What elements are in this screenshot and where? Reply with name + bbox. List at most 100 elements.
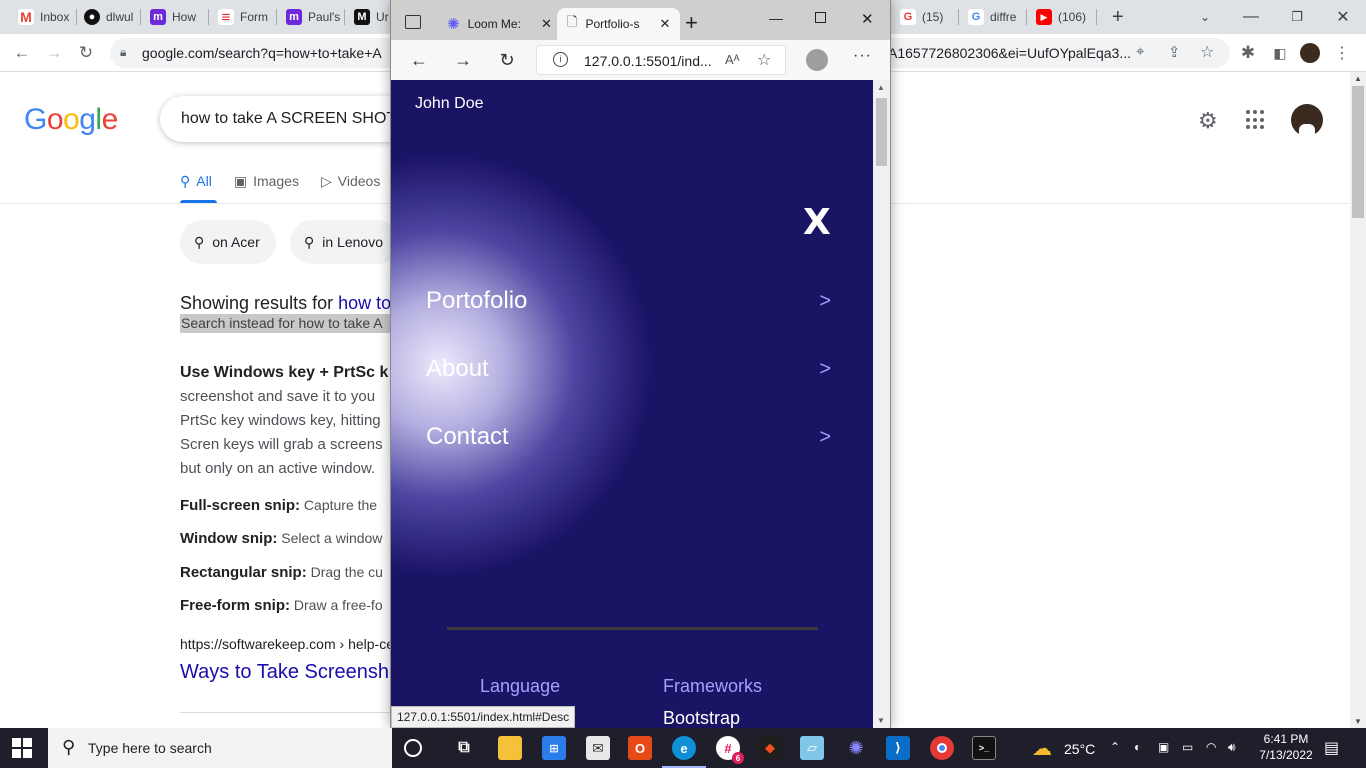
cortana-icon[interactable] bbox=[404, 739, 422, 757]
maximize-button[interactable] bbox=[815, 12, 826, 23]
chrome-tab-ur[interactable]: M Ur bbox=[340, 6, 389, 28]
chrome-tab-form[interactable]: ≡ Form bbox=[204, 6, 268, 28]
avatar[interactable] bbox=[1291, 104, 1323, 136]
chrome-tab-pauls[interactable]: m Paul's bbox=[272, 6, 340, 28]
battery-icon[interactable]: ▭ bbox=[1182, 740, 1193, 754]
refine-chip[interactable]: ⚲ on Acer bbox=[180, 220, 276, 264]
edge-address-bar[interactable]: i 127.0.0.1:5501/ind... Aᴬ ☆ bbox=[536, 45, 786, 75]
location-icon[interactable]: ⌖ bbox=[1136, 43, 1144, 60]
windows-start-icon[interactable] bbox=[12, 738, 34, 758]
figma-icon[interactable]: ◆ bbox=[758, 736, 782, 760]
search-icon: ⚲ bbox=[194, 233, 205, 250]
clock[interactable]: 6:41 PM 7/13/2022 bbox=[1256, 731, 1316, 763]
add-favorite-icon[interactable]: ☆ bbox=[757, 50, 771, 70]
edge-tab-loom[interactable]: ✺ Loom Me: ✕ bbox=[437, 8, 562, 40]
file-explorer-icon[interactable] bbox=[498, 736, 522, 760]
tray-chevron-up-icon[interactable]: ⌃ bbox=[1110, 740, 1120, 754]
notes-icon[interactable]: ▱ bbox=[800, 736, 824, 760]
chrome-tab-15[interactable]: G (15) bbox=[886, 6, 943, 28]
office-icon[interactable]: O bbox=[628, 736, 652, 760]
extensions-icon[interactable]: ✱ bbox=[1236, 41, 1260, 65]
weather-icon[interactable]: ☁ bbox=[1032, 736, 1052, 761]
store-icon[interactable]: ⊞ bbox=[542, 736, 566, 760]
edge-tab-portfolio[interactable]: 🗋 Portfolio-s ✕ bbox=[557, 8, 681, 40]
url-text: 127.0.0.1:5501/ind... bbox=[584, 53, 712, 69]
close-menu-button[interactable]: X bbox=[803, 202, 831, 243]
edge-new-tab-button[interactable]: + bbox=[685, 10, 698, 36]
chrome-new-tab-button[interactable]: + bbox=[1098, 6, 1124, 28]
snippet-bullet: Full-screen snip: Capture the bbox=[180, 497, 378, 514]
read-aloud-icon[interactable]: Aᴬ bbox=[725, 52, 740, 67]
more-menu-icon[interactable]: ··· bbox=[853, 47, 872, 65]
tab-actions-icon[interactable] bbox=[405, 15, 421, 29]
showing-results: Showing results for how to bbox=[180, 293, 392, 313]
search-instead-link[interactable]: Search instead for how to take A bbox=[180, 314, 392, 333]
task-view-icon[interactable]: ⧉ bbox=[452, 736, 476, 760]
terminal-icon[interactable]: >_ bbox=[972, 736, 996, 760]
volume-icon[interactable]: 🔊︎ bbox=[1228, 740, 1236, 755]
back-icon[interactable]: ← bbox=[407, 48, 431, 72]
result-title-link[interactable]: Ways to Take Screensh bbox=[180, 661, 389, 684]
edge-scrollbar[interactable]: ▲ ▼ bbox=[873, 80, 890, 728]
refine-chip[interactable]: ⚲ in Lenovo bbox=[290, 220, 399, 264]
page-scrollbar[interactable]: ▲ ▼ bbox=[1350, 72, 1366, 728]
menu-kebab-icon[interactable]: ⋮ bbox=[1330, 41, 1354, 65]
side-panel-icon[interactable]: ◧ bbox=[1268, 41, 1292, 65]
screen-icon[interactable]: ▣ bbox=[1158, 740, 1169, 754]
chrome-tab-google[interactable]: G diffre bbox=[954, 6, 1016, 28]
menu-item-portfolio[interactable]: Portofolio > bbox=[426, 285, 831, 317]
back-icon[interactable]: ← bbox=[10, 41, 34, 65]
reload-icon[interactable]: ↻ bbox=[74, 41, 98, 65]
wifi-icon[interactable]: ◠ bbox=[1206, 740, 1216, 754]
google-logo[interactable]: Google bbox=[24, 103, 118, 137]
reload-icon[interactable]: ↻ bbox=[495, 48, 519, 72]
profile-avatar[interactable] bbox=[806, 49, 828, 71]
tab-all[interactable]: ⚲ All bbox=[180, 172, 212, 190]
menu-item-about[interactable]: About > bbox=[426, 353, 831, 385]
forward-icon[interactable]: → bbox=[451, 48, 475, 72]
edge-icon[interactable]: e bbox=[662, 736, 706, 768]
info-icon[interactable]: i bbox=[553, 52, 568, 67]
notifications-icon[interactable]: ▤ bbox=[1324, 738, 1339, 758]
chrome-tab-label: (15) bbox=[922, 10, 944, 24]
forward-icon[interactable]: → bbox=[42, 41, 66, 65]
tab-search-icon[interactable]: ⌄ bbox=[1182, 4, 1228, 30]
menu-item-contact[interactable]: Contact > bbox=[426, 421, 831, 453]
close-window-button[interactable]: ✕ bbox=[1320, 4, 1366, 30]
temperature[interactable]: 25°C bbox=[1064, 741, 1095, 757]
scroll-down-icon[interactable]: ▼ bbox=[1354, 717, 1362, 726]
mail-icon[interactable]: ✉ bbox=[586, 736, 610, 760]
scroll-up-icon[interactable]: ▲ bbox=[877, 83, 885, 92]
search-placeholder: Type here to search bbox=[88, 740, 212, 756]
chrome-icon[interactable] bbox=[930, 736, 954, 760]
scrollbar-thumb[interactable] bbox=[876, 98, 887, 166]
taskbar-search-input[interactable]: ⚲ Type here to search bbox=[48, 728, 392, 768]
loom-icon[interactable]: ✺ bbox=[844, 736, 868, 760]
close-tab-icon[interactable]: ✕ bbox=[659, 16, 670, 32]
share-icon[interactable]: ⇪ bbox=[1168, 43, 1181, 61]
minimize-button[interactable]: — bbox=[1228, 4, 1274, 30]
close-tab-icon[interactable]: ✕ bbox=[541, 16, 552, 32]
chrome-tab-how[interactable]: m How bbox=[136, 6, 196, 28]
bookmark-star-icon[interactable]: ☆ bbox=[1200, 42, 1214, 62]
scroll-down-icon[interactable]: ▼ bbox=[877, 716, 885, 725]
scroll-up-icon[interactable]: ▲ bbox=[1354, 74, 1362, 83]
vscode-icon[interactable]: ⟩ bbox=[886, 736, 910, 760]
close-window-button[interactable]: ✕ bbox=[861, 10, 874, 28]
meet-icon[interactable]: ◐ bbox=[1134, 740, 1141, 754]
corrected-query-link[interactable]: how to bbox=[338, 293, 391, 313]
site-brand[interactable]: John Doe bbox=[415, 95, 484, 113]
slack-icon[interactable]: #6 bbox=[716, 736, 744, 764]
tab-videos[interactable]: ▷ Videos bbox=[321, 172, 380, 190]
scrollbar-thumb[interactable] bbox=[1352, 86, 1364, 218]
profile-avatar[interactable] bbox=[1300, 43, 1320, 63]
chrome-tab-github[interactable]: ● dlwul bbox=[70, 6, 133, 28]
restore-button[interactable]: ❐ bbox=[1274, 4, 1320, 30]
chrome-tab-youtube[interactable]: ▶ (106) bbox=[1022, 6, 1086, 28]
gear-icon[interactable]: ⚙ bbox=[1198, 108, 1218, 134]
chrome-tab-gmail[interactable]: M Inbox bbox=[4, 6, 69, 28]
result-url[interactable]: https://softwarekeep.com › help-ce bbox=[180, 636, 394, 652]
minimize-button[interactable]: — bbox=[769, 10, 783, 26]
tab-images[interactable]: ▣ Images bbox=[234, 172, 299, 190]
apps-grid-icon[interactable] bbox=[1246, 110, 1266, 130]
